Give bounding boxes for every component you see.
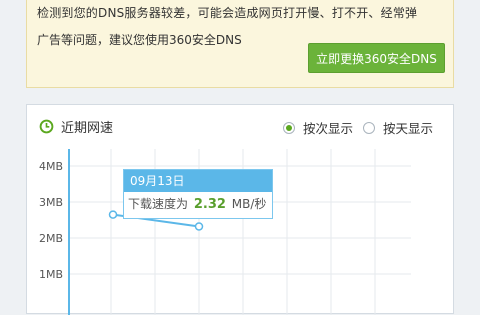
clock-icon [39, 119, 54, 133]
warning-text-line2: 广告等问题，建议您使用360安全DNS [37, 33, 242, 47]
y-tick-label: 2MB [39, 232, 63, 245]
panel-title: 近期网速 [61, 120, 114, 136]
speed-data-point [108, 210, 118, 219]
option-by-day[interactable]: 按天显示 [363, 118, 433, 137]
dns-warning-banner: 检测到您的DNS服务器较差，可能会造成网页打开慢、打不开、经常弹 广告等问题，建… [26, 0, 454, 88]
radio-by-count[interactable] [283, 121, 295, 134]
y-tick-label: 3MB [39, 196, 63, 209]
switch-dns-button[interactable]: 立即更换360安全DNS [308, 43, 445, 73]
option-by-count[interactable]: 按次显示 [283, 118, 353, 137]
speed-panel: 4MB 3MB 2MB 1MB 近期网速 按次显示 按天显示 09月13日 下载速度为… [26, 104, 454, 315]
warning-text-line1: 检测到您的DNS服务器较差，可能会造成网页打开慢、打不开、经常弹 [37, 6, 418, 20]
speed-data-point [194, 222, 204, 231]
tooltip-prefix: 下载速度为 [128, 197, 189, 211]
tooltip-date: 09月13日 [124, 170, 272, 192]
tooltip-unit: MB/秒 [231, 197, 267, 211]
tooltip-body: 下载速度为 2.32 MB/秒 [124, 192, 272, 217]
option-by-day-label: 按天显示 [383, 121, 434, 136]
panel-header: 近期网速 [39, 118, 114, 136]
y-tick-label: 4MB [39, 160, 63, 173]
speed-tooltip: 09月13日 下载速度为 2.32 MB/秒 [123, 169, 273, 219]
option-by-count-label: 按次显示 [303, 121, 354, 136]
radio-by-day[interactable] [363, 121, 375, 134]
y-tick-label: 1MB [39, 268, 63, 281]
tooltip-value: 2.32 [193, 197, 226, 212]
